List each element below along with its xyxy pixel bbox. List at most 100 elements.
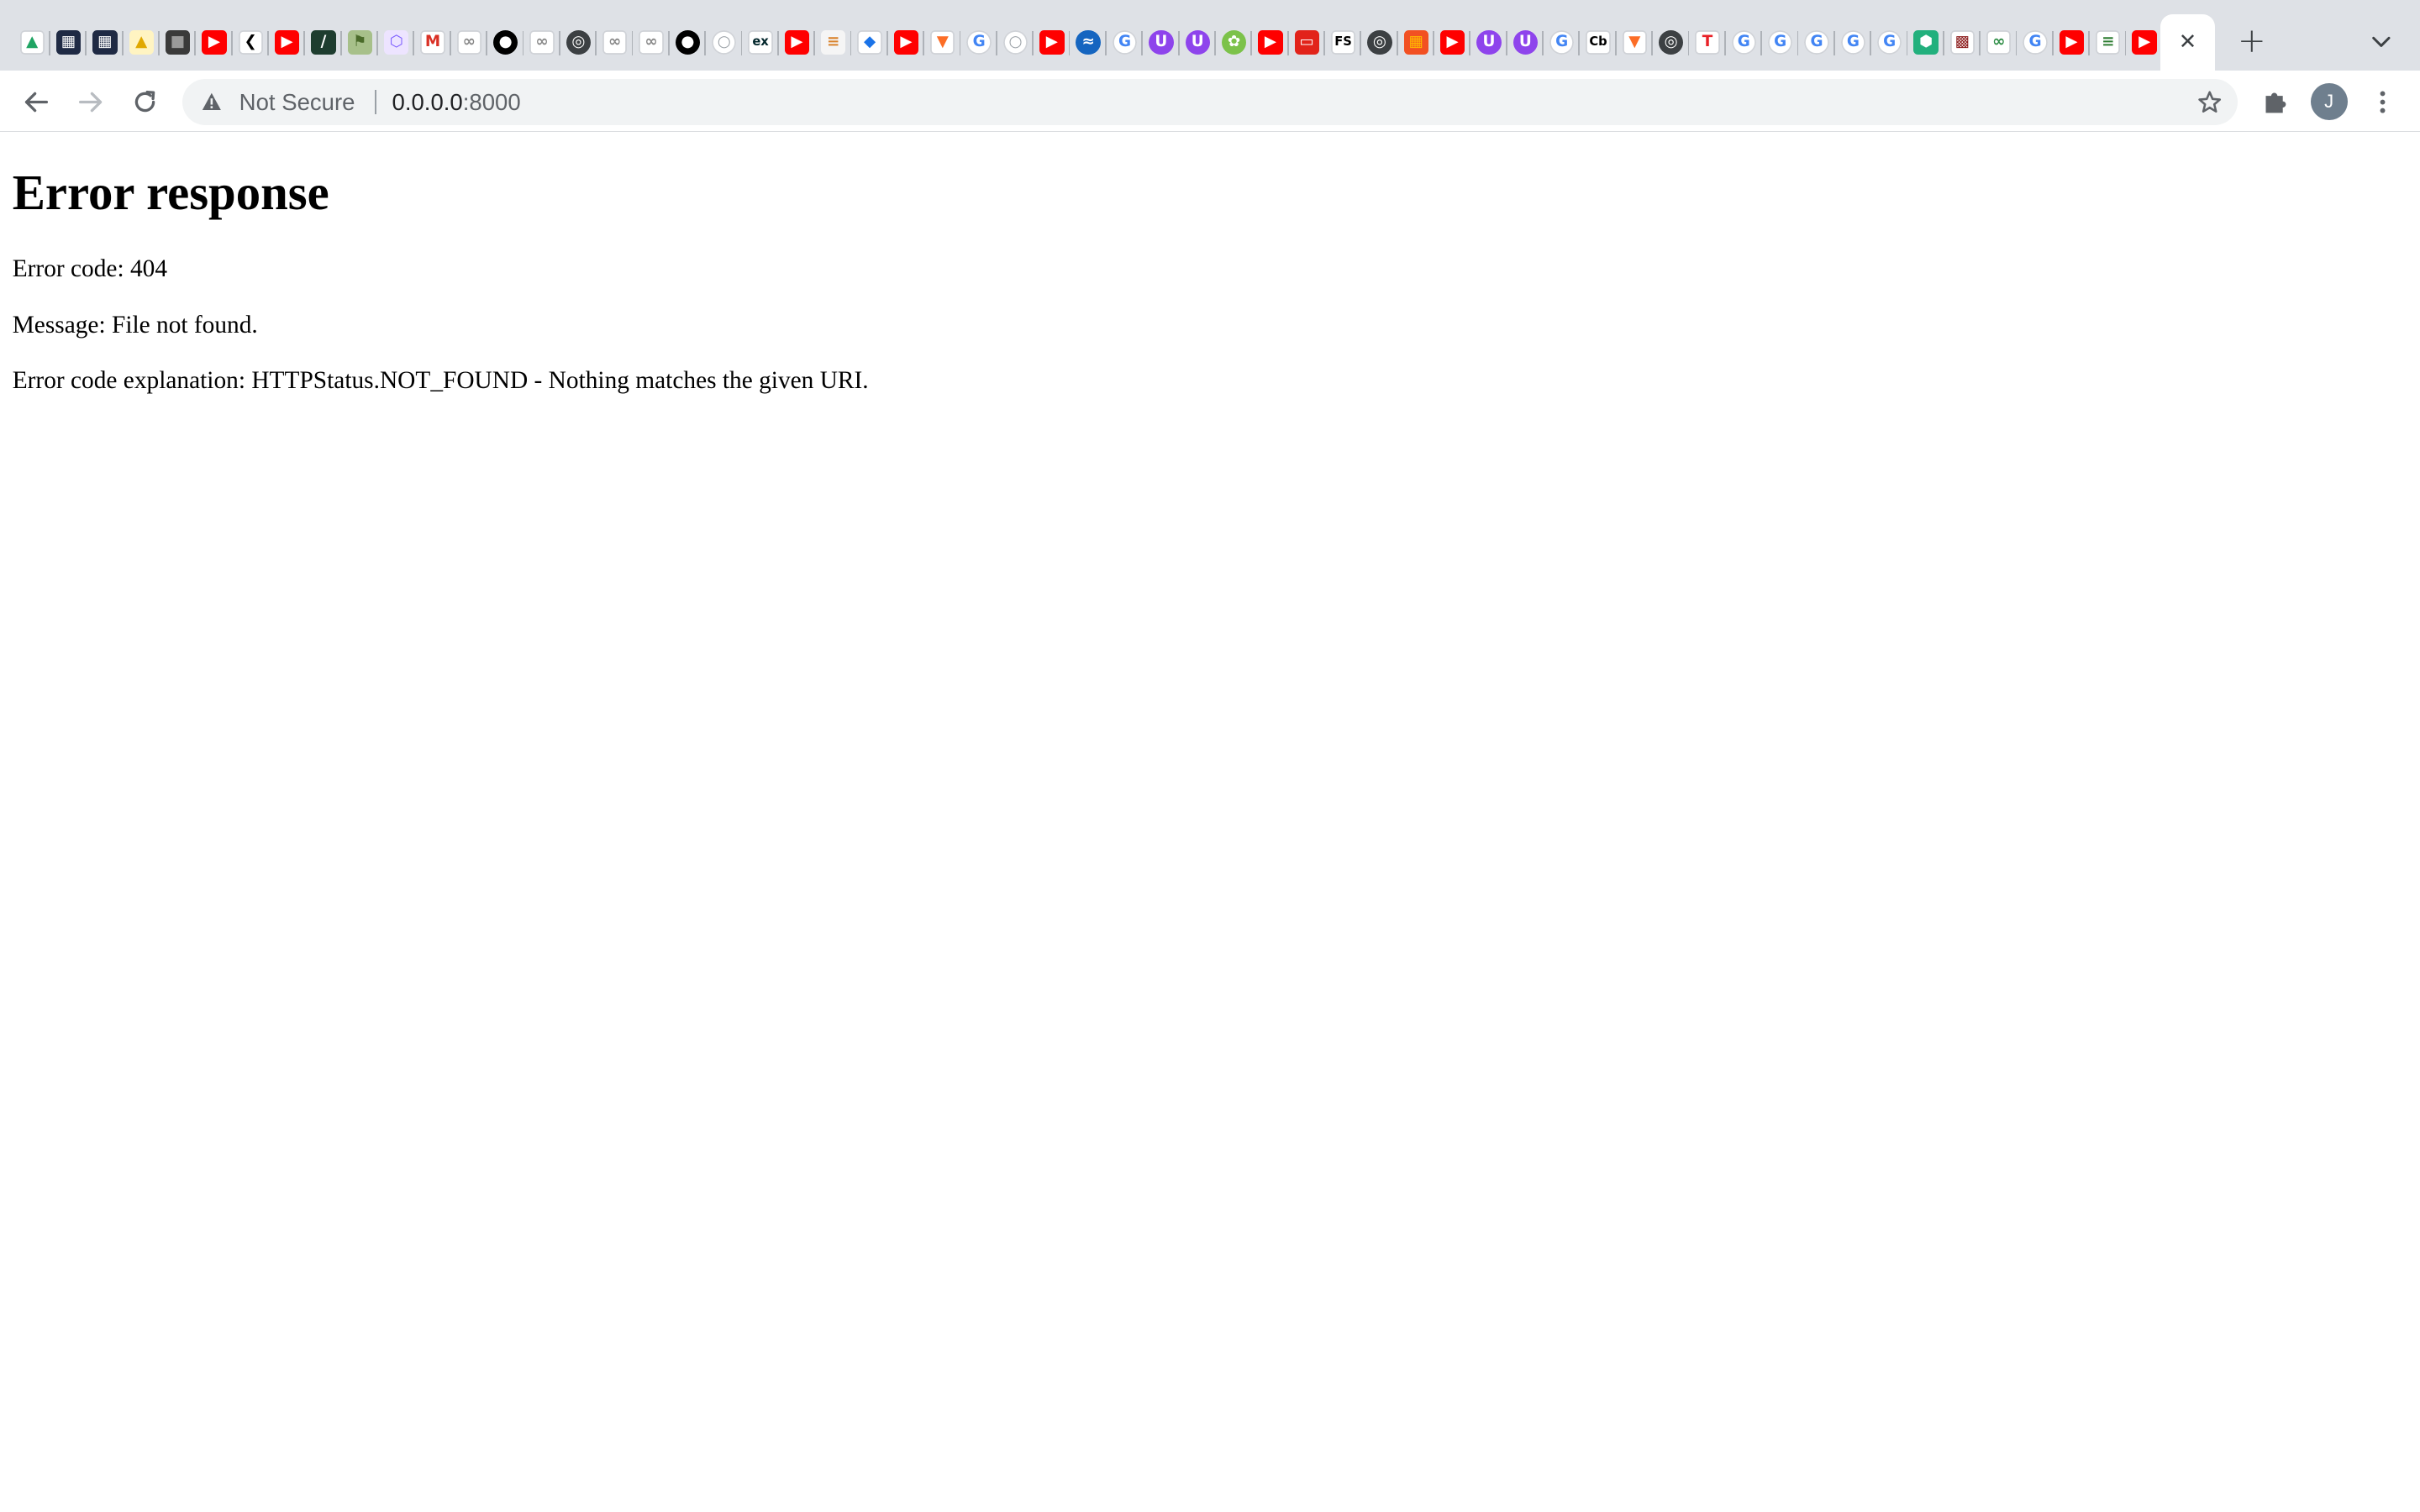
browser-tab[interactable]: G xyxy=(1835,14,1871,71)
browser-tab[interactable]: ▶ xyxy=(2126,14,2162,71)
youtube-icon: ▶ xyxy=(202,29,227,55)
chevron-left-icon: ❮ xyxy=(238,29,263,55)
browser-tab[interactable]: ▼ xyxy=(1617,14,1653,71)
browser-tab[interactable]: ≡ xyxy=(815,14,851,71)
close-icon[interactable]: ✕ xyxy=(2179,29,2197,55)
browser-tab[interactable]: ▶ xyxy=(269,14,305,71)
browser-tab[interactable]: ▶ xyxy=(888,14,924,71)
more-vertical-icon xyxy=(2380,91,2386,113)
browser-tab[interactable]: U xyxy=(1507,14,1544,71)
bookmark-star-icon[interactable] xyxy=(2197,90,2222,114)
browser-tab[interactable]: ▦ xyxy=(87,14,123,71)
browser-tab[interactable]: ▲ xyxy=(124,14,160,71)
forward-button[interactable] xyxy=(70,81,113,123)
browser-tab[interactable]: ∞ xyxy=(633,14,669,71)
browser-tab[interactable]: ▩ xyxy=(1944,14,1981,71)
globe-icon: ◎ xyxy=(1367,29,1392,55)
browser-tab[interactable]: G xyxy=(1726,14,1762,71)
menu-button[interactable] xyxy=(2361,81,2404,123)
browser-tab[interactable]: G xyxy=(2017,14,2054,71)
google-icon: G xyxy=(1804,29,1829,55)
github-icon: ● xyxy=(675,29,701,55)
url-host: 0.0.0.0 xyxy=(392,88,463,115)
browser-tab[interactable]: ▶ xyxy=(1034,14,1070,71)
browser-tab[interactable]: / xyxy=(305,14,341,71)
browser-tab[interactable]: ⬢ xyxy=(1907,14,1944,71)
purple-u-icon: U xyxy=(1149,29,1174,55)
browser-tab[interactable]: ▲ xyxy=(14,14,50,71)
profile-avatar[interactable]: J xyxy=(2310,83,2348,121)
browser-tab[interactable]: ▭ xyxy=(1289,14,1325,71)
tab-strip: ▲ ▦ ▦ ▲ ■ ▶ ❮ ▶ / ⚑ ⬡ M ∞ ● ∞ ◎ ∞ ∞ ● ○ ex ▶ ≡ ◆ ▶ ▼ G ○ ▶ ≈ G U U ✿ ▶ ▭ FS ◎… xyxy=(0,0,2420,71)
browser-tab[interactable]: ▶ xyxy=(1252,14,1288,71)
browser-tab[interactable]: ∞ xyxy=(451,14,487,71)
browser-tab[interactable]: ▶ xyxy=(779,14,815,71)
browser-tab[interactable]: ◆ xyxy=(851,14,888,71)
browser-tab[interactable]: U xyxy=(1180,14,1216,71)
browser-tab[interactable]: FS xyxy=(1325,14,1361,71)
yellow-triangle-icon: ▲ xyxy=(129,29,154,55)
browser-tab[interactable]: ▶ xyxy=(2054,14,2090,71)
browser-tab[interactable]: G xyxy=(1762,14,1798,71)
browser-tab[interactable]: ≈ xyxy=(1070,14,1107,71)
chevron-down-icon xyxy=(2372,36,2391,47)
browser-tab[interactable]: ○ xyxy=(706,14,742,71)
browser-tab[interactable]: ⬡ xyxy=(378,14,414,71)
browser-tab[interactable]: ▦ xyxy=(50,14,87,71)
browser-tab[interactable]: ■ xyxy=(160,14,196,71)
browser-tab[interactable]: G xyxy=(1544,14,1580,71)
browser-tab[interactable]: ● xyxy=(487,14,523,71)
puzzle-piece-icon xyxy=(2265,92,2286,113)
browser-tab[interactable]: ≡ xyxy=(2090,14,2126,71)
browser-tab[interactable]: ❮ xyxy=(233,14,269,71)
reload-button[interactable] xyxy=(124,81,166,123)
dashboard-grid-icon: ▦ xyxy=(55,29,82,55)
browser-tab[interactable]: G xyxy=(1798,14,1834,71)
security-label[interactable]: Not Secure xyxy=(239,79,355,125)
browser-tab[interactable]: U xyxy=(1470,14,1507,71)
browser-tab[interactable]: G xyxy=(1871,14,1907,71)
browser-tab[interactable]: T xyxy=(1689,14,1725,71)
browser-tab[interactable]: ∞ xyxy=(1981,14,2017,71)
green-doc-icon: ≡ xyxy=(2096,29,2121,55)
tab-search-button[interactable] xyxy=(2365,24,2398,58)
browser-tab[interactable]: ex xyxy=(742,14,779,71)
browser-tab[interactable]: M xyxy=(414,14,450,71)
omnibox-divider xyxy=(375,89,377,114)
browser-tab[interactable]: ∞ xyxy=(597,14,633,71)
browser-tab[interactable]: ◎ xyxy=(1361,14,1397,71)
purple-u-icon: U xyxy=(1512,29,1538,55)
browser-tab[interactable]: ▦ xyxy=(1398,14,1434,71)
warning-icon[interactable] xyxy=(201,91,223,113)
address-bar[interactable]: Not Secure 0.0.0.0:8000 xyxy=(182,78,2238,125)
browser-tab[interactable]: G xyxy=(1107,14,1143,71)
browser-tab[interactable]: ∞ xyxy=(523,14,560,71)
browser-tab[interactable]: ◎ xyxy=(1653,14,1689,71)
youtube-icon: ▶ xyxy=(1258,29,1283,55)
active-tab[interactable]: ✕ xyxy=(2160,13,2215,71)
browser-tab[interactable]: ✿ xyxy=(1216,14,1252,71)
github-icon: ● xyxy=(492,29,518,55)
browser-tab[interactable]: ● xyxy=(670,14,706,71)
google-icon: G xyxy=(1112,29,1138,55)
youtube-icon: ▶ xyxy=(1039,29,1065,55)
browser-tab[interactable]: G xyxy=(960,14,997,71)
google-icon: G xyxy=(1549,29,1575,55)
browser-tab[interactable]: ▼ xyxy=(924,14,960,71)
browser-tab[interactable]: Cb xyxy=(1580,14,1616,71)
browser-tab[interactable]: ○ xyxy=(997,14,1034,71)
extensions-button[interactable] xyxy=(2254,81,2296,123)
portrait-icon: ■ xyxy=(165,29,191,55)
gitlab-icon: ▼ xyxy=(930,29,955,55)
new-tab-button[interactable]: + xyxy=(2233,20,2270,60)
browser-tab[interactable]: ▶ xyxy=(1434,14,1470,71)
url-text[interactable]: 0.0.0.0:8000 xyxy=(392,79,521,125)
cb-icon: Cb xyxy=(1586,29,1611,55)
browser-tab[interactable]: ⚑ xyxy=(342,14,378,71)
back-button[interactable] xyxy=(14,81,57,123)
browser-tab[interactable]: ◎ xyxy=(560,14,597,71)
google-drive-icon: ▲ xyxy=(19,29,45,55)
tesla-icon: T xyxy=(1695,29,1720,55)
browser-tab[interactable]: U xyxy=(1143,14,1179,71)
browser-tab[interactable]: ▶ xyxy=(196,14,232,71)
